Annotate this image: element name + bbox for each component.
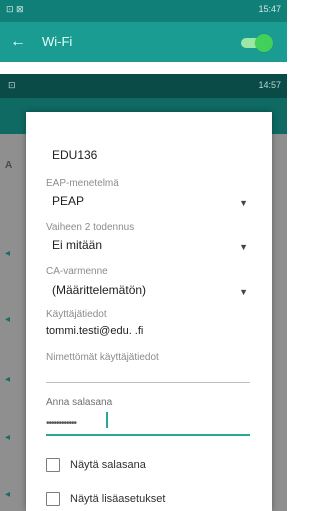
- page-title: Wi-Fi: [42, 34, 73, 49]
- eap-method-label: EAP-menetelmä: [46, 178, 119, 189]
- toggle-knob: [255, 34, 273, 52]
- arrow-left-icon[interactable]: ←: [6, 30, 30, 54]
- status-bar-2: ⊡ 14:57: [0, 74, 287, 98]
- status-bar: ⊡ ⊠ 15:47: [0, 0, 287, 22]
- show-password-checkbox[interactable]: [46, 458, 60, 472]
- identity-label: Käyttäjätiedot: [46, 309, 107, 320]
- background-wifi-icon: ◂: [5, 314, 11, 325]
- phase2-auth-label: Vaiheen 2 todennus: [46, 222, 135, 233]
- ca-certificate-value[interactable]: (Määrittelemätön): [52, 283, 146, 297]
- background-wifi-icon: ◂: [5, 489, 11, 500]
- status-icons-left: ⊡ ⊠: [6, 4, 24, 14]
- network-ssid: EDU136: [52, 148, 98, 162]
- status-time: 15:47: [258, 4, 281, 14]
- background-wifi-icon: ◂: [5, 432, 11, 443]
- dropdown-arrow-icon[interactable]: ▼: [239, 242, 248, 252]
- show-advanced-checkbox[interactable]: [46, 492, 60, 506]
- wifi-app-bar: ← Wi-Fi: [0, 22, 287, 62]
- ca-certificate-label: CA-varmenne: [46, 266, 108, 277]
- wifi-connect-dialog: EDU136 EAP-menetelmä PEAP ▼ Vaiheen 2 to…: [26, 112, 272, 511]
- background-wifi-icon: ◂: [5, 374, 11, 385]
- phase2-auth-value[interactable]: Ei mitään: [52, 238, 102, 252]
- password-underline: [46, 434, 250, 436]
- dropdown-arrow-icon[interactable]: ▼: [239, 198, 248, 208]
- show-password-label[interactable]: Näytä salasana: [70, 459, 146, 471]
- identity-field[interactable]: tommi.testi@edu. .fi: [46, 325, 143, 337]
- background-letter: A: [5, 160, 13, 171]
- password-label: Anna salasana: [46, 397, 113, 408]
- dropdown-arrow-icon[interactable]: ▼: [239, 287, 248, 297]
- eap-method-value[interactable]: PEAP: [52, 194, 84, 208]
- text-cursor: [106, 412, 108, 428]
- background-wifi-icon: ◂: [5, 248, 11, 259]
- show-advanced-label[interactable]: Näytä lisäasetukset: [70, 493, 165, 505]
- status-time-2: 14:57: [258, 80, 281, 90]
- anonymous-identity-field[interactable]: Nimettömät käyttäjätiedot: [46, 352, 159, 363]
- anonymous-identity-underline: [46, 382, 250, 383]
- wifi-toggle[interactable]: [241, 34, 273, 52]
- status-icons-left-2: ⊡: [8, 80, 16, 90]
- password-field[interactable]: ••••••••••••: [46, 418, 77, 429]
